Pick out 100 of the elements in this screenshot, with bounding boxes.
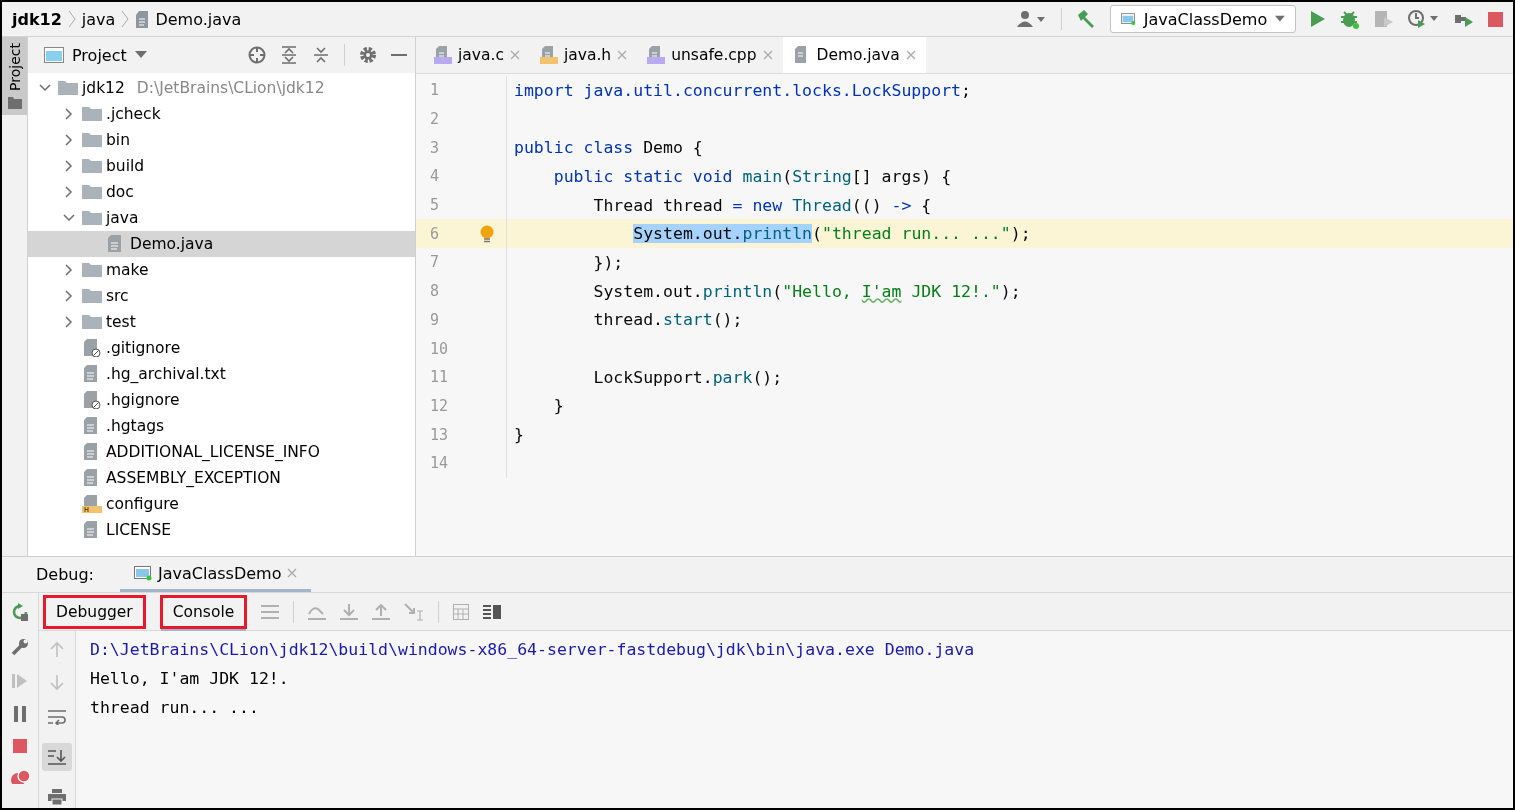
folder-icon (82, 158, 102, 174)
window-icon (1121, 11, 1136, 27)
tree-item[interactable]: ASSEMBLY_EXCEPTION (28, 465, 415, 491)
tree-item[interactable]: make (28, 257, 415, 283)
code-line: import java.util.concurrent.locks.LockSupport; (513, 80, 971, 100)
line-number: 14 (429, 454, 450, 473)
project-view-dropdown[interactable]: Project (42, 43, 149, 67)
window-icon (134, 565, 152, 581)
tree-item[interactable]: doc (28, 179, 415, 205)
tree-item[interactable]: Demo.java (28, 231, 415, 257)
profiler-icon[interactable] (1408, 9, 1440, 29)
chevron-right-icon[interactable] (63, 290, 75, 302)
chevron-right-icon[interactable] (63, 264, 75, 276)
caret-icon (1275, 15, 1285, 23)
folder-icon (58, 80, 78, 96)
line-number: 8 (429, 282, 441, 301)
file-icon (82, 339, 102, 357)
bug-icon[interactable] (1340, 9, 1360, 29)
line-number: 2 (429, 110, 441, 129)
lightbulb-icon[interactable] (480, 224, 494, 243)
code-line: Thread thread = new Thread(() -> { (592, 195, 932, 215)
file-icon (647, 46, 666, 64)
tree-item[interactable]: .gitignore (28, 335, 415, 361)
tree-item[interactable]: .jcheck (28, 101, 415, 127)
settings-icon[interactable] (359, 46, 377, 64)
window-icon (44, 47, 64, 63)
tree-item[interactable]: LICENSE (28, 517, 415, 543)
chevron-right-icon[interactable] (63, 134, 75, 146)
tree-item[interactable]: ADDITIONAL_LICENSE_INFO (28, 439, 415, 465)
line-number: 3 (429, 138, 441, 157)
line-number: 5 (429, 196, 441, 215)
run-config-dropdown[interactable]: JavaClassDemo (1110, 5, 1296, 33)
scroll-to-end-toggle[interactable] (42, 743, 72, 771)
line-number: 6 (429, 224, 441, 243)
editor-tab[interactable]: Demo.java (782, 37, 926, 73)
hammer-icon[interactable] (1076, 9, 1096, 29)
soft-wrap-icon[interactable] (48, 709, 66, 725)
tree-item[interactable]: jdk12 D:\JetBrains\CLion\jdk12 (28, 75, 415, 101)
folder-icon (82, 132, 102, 148)
line-number: 12 (429, 396, 450, 415)
file-icon (82, 495, 102, 513)
rerun-icon[interactable] (11, 603, 29, 621)
stop-icon[interactable] (1488, 11, 1503, 27)
chevron-down-icon[interactable] (39, 82, 51, 94)
breadcrumb[interactable]: jdk12 (12, 9, 62, 29)
chevron-right-icon[interactable] (63, 160, 75, 172)
folder-icon (82, 184, 102, 200)
collapse-all-icon[interactable] (312, 46, 330, 64)
file-icon (539, 46, 558, 64)
code-line: public static void main(String[] args) { (552, 166, 952, 186)
breadcrumb[interactable]: Demo.java (155, 9, 242, 29)
editor-tab[interactable]: java.c (424, 37, 530, 73)
tree-item[interactable]: .hg_archival.txt (28, 361, 415, 387)
console-line: D:\JetBrains\CLion\jdk12\build\windows-x86_64-server-fastdebug\jdk\bin\java.exe Demo.java (90, 639, 976, 661)
print-icon[interactable] (48, 789, 66, 805)
debug-tab[interactable]: Debugger (43, 594, 146, 629)
code-line: } (552, 396, 564, 416)
chevron-right-icon[interactable] (63, 316, 75, 328)
folder-icon (7, 96, 22, 109)
locate-icon[interactable] (248, 46, 266, 64)
tree-item[interactable]: test (28, 309, 415, 335)
tree-item[interactable]: src (28, 283, 415, 309)
breadcrumb[interactable]: java (81, 9, 116, 29)
editor-tab[interactable]: unsafe.cpp (637, 37, 783, 73)
debug-tab[interactable]: Console (159, 594, 248, 629)
folder-icon (82, 106, 102, 122)
hide-icon[interactable] (391, 53, 407, 57)
file-icon (82, 391, 102, 409)
tree-item[interactable]: bin (28, 127, 415, 153)
line-number: 11 (429, 368, 450, 387)
tree-item[interactable]: .hgtags (28, 413, 415, 439)
folder-icon (82, 314, 102, 330)
console-line: thread run... ... (90, 697, 260, 719)
line-number: 7 (429, 253, 441, 272)
chevron-right-icon[interactable] (63, 186, 75, 198)
editor-tab[interactable]: java.h (529, 37, 638, 73)
caret-icon (134, 51, 147, 59)
pause-icon[interactable] (14, 706, 26, 722)
chevron-icon (67, 9, 76, 29)
project-tool-tab[interactable]: Project (2, 37, 27, 115)
scroll-to-end-icon (48, 749, 66, 765)
layout-icon[interactable] (483, 603, 502, 620)
console-line: Hello, I'am JDK 12!. (90, 668, 290, 690)
session-tab[interactable]: JavaClassDemo (120, 557, 312, 592)
chevron-down-icon[interactable] (63, 212, 75, 224)
chevron-right-icon[interactable] (63, 108, 75, 120)
breakpoints-icon[interactable] (10, 770, 30, 784)
run-icon[interactable] (1310, 10, 1326, 28)
close-icon[interactable] (905, 50, 916, 60)
file-icon (434, 46, 452, 64)
tree-item[interactable]: build (28, 153, 415, 179)
tree-item[interactable]: java (28, 205, 415, 231)
tree-item[interactable]: configure (28, 491, 415, 517)
code-line: thread.start(); (592, 310, 743, 330)
wrench-icon[interactable] (11, 638, 29, 656)
debug-label: Debug: (36, 565, 94, 584)
expand-all-icon[interactable] (280, 46, 298, 64)
user-icon[interactable] (1017, 10, 1047, 28)
line-number: 4 (429, 167, 441, 186)
tree-item[interactable]: .hgignore (28, 387, 415, 413)
